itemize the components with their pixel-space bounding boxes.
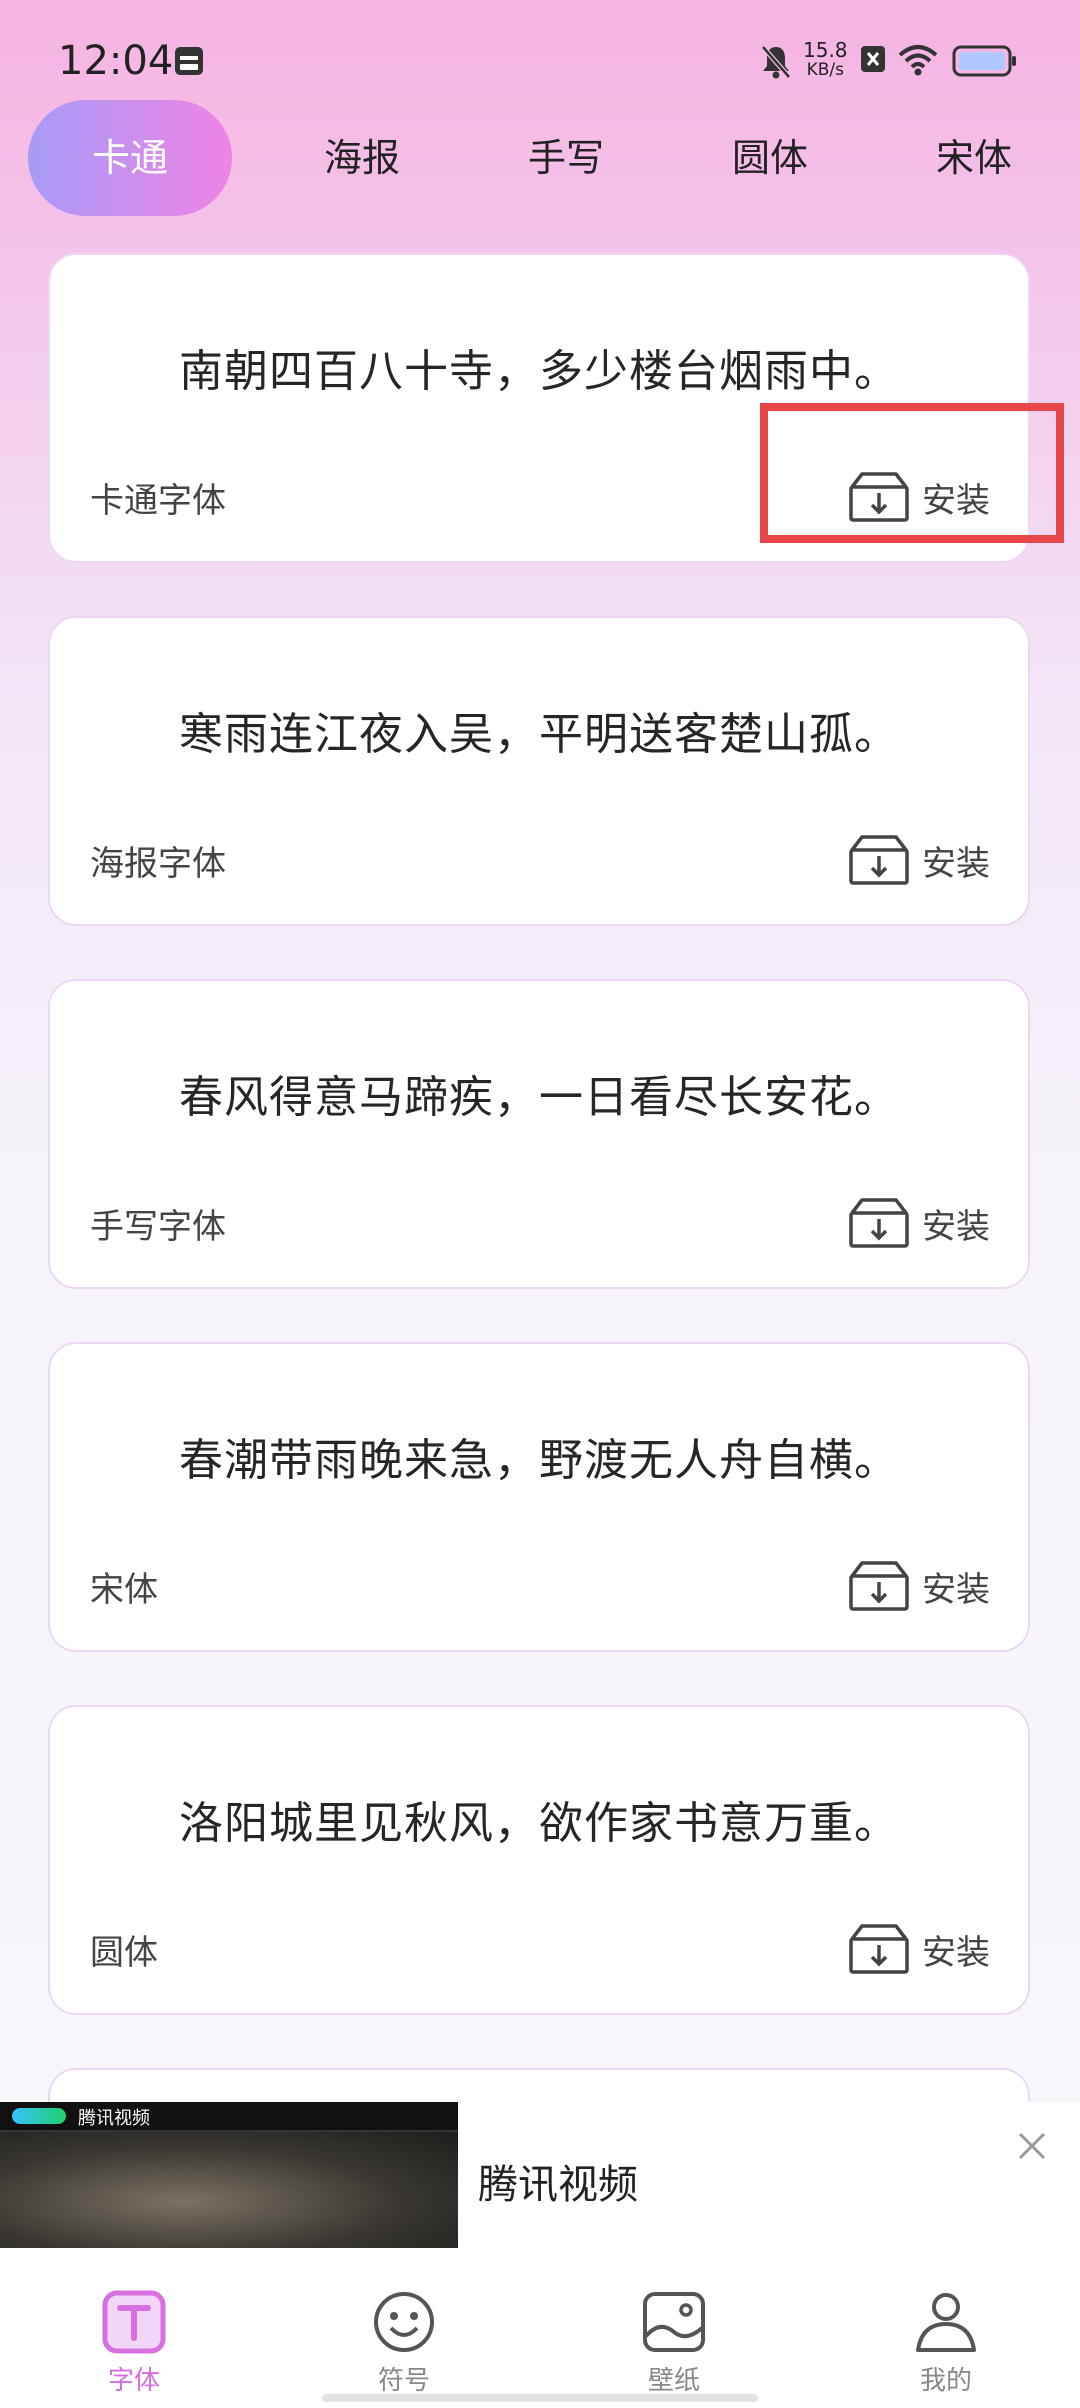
tab-cartoon[interactable]: 卡通 <box>28 100 232 216</box>
calendar-icon <box>175 47 203 75</box>
nav-symbols[interactable]: 符号 <box>304 2248 504 2408</box>
ad-banner[interactable]: 腾讯视频 腾讯视频 <box>0 2102 1080 2248</box>
download-box-icon <box>849 835 909 885</box>
font-preview-text: 春风得意马蹄疾，一日看尽长安花。 <box>179 1072 899 1123</box>
font-card[interactable]: 春风得意马蹄疾，一日看尽长安花。 手写字体 安装 <box>48 979 1030 1289</box>
font-type-label: 卡通字体 <box>90 481 226 521</box>
nav-label: 我的 <box>919 2366 972 2396</box>
install-button[interactable]: 安装 <box>848 830 990 890</box>
nav-font[interactable]: 字体 <box>34 2248 234 2408</box>
mute-bell-icon <box>761 45 791 79</box>
download-box-icon <box>849 1561 909 1611</box>
font-category-tabs: 卡通 海报 手写 圆体 宋体 <box>28 100 1052 216</box>
network-speed-value: 15.8 <box>803 38 848 62</box>
tencent-video-logo-icon <box>12 2108 66 2124</box>
ad-thumbnail[interactable]: 腾讯视频 <box>0 2102 458 2248</box>
font-t-icon <box>102 2290 166 2354</box>
tab-song[interactable]: 宋体 <box>872 100 1076 216</box>
close-box-icon <box>861 46 885 72</box>
person-icon <box>916 2293 976 2352</box>
ad-logo-bar: 腾讯视频 <box>0 2102 458 2130</box>
tab-round[interactable]: 圆体 <box>668 100 872 216</box>
network-speed: 15.8 KB/s <box>803 40 848 80</box>
install-button[interactable]: 安装 <box>848 1556 990 1616</box>
nav-wallpaper[interactable]: 壁纸 <box>574 2248 774 2408</box>
nav-label: 符号 <box>377 2366 430 2396</box>
status-time: 12:04 <box>58 38 174 84</box>
font-card[interactable]: 洛阳城里见秋风，欲作家书意万重。 圆体 安装 <box>48 1705 1030 2015</box>
ad-logo-text: 腾讯视频 <box>78 2108 150 2129</box>
image-icon <box>643 2292 705 2352</box>
bottom-navigation: 字体 符号 壁纸 我的 <box>0 2248 1080 2408</box>
install-label: 安装 <box>922 1569 990 1610</box>
nav-label: 字体 <box>107 2366 160 2396</box>
font-card[interactable]: 春潮带雨晚来急，野渡无人舟自横。 宋体 安装 <box>48 1342 1030 1652</box>
tab-handwriting[interactable]: 手写 <box>464 100 668 216</box>
font-preview-text: 洛阳城里见秋风，欲作家书意万重。 <box>179 1798 899 1849</box>
battery-icon <box>952 45 1016 77</box>
font-type-label: 宋体 <box>90 1570 158 1610</box>
close-icon[interactable] <box>1014 2128 1050 2164</box>
ad-title[interactable]: 腾讯视频 <box>478 2152 638 2210</box>
tab-poster[interactable]: 海报 <box>260 100 464 216</box>
nav-mine[interactable]: 我的 <box>846 2248 1046 2408</box>
font-preview-text: 寒雨连江夜入吴，平明送客楚山孤。 <box>179 709 899 760</box>
home-indicator[interactable] <box>322 2394 758 2402</box>
font-card[interactable]: 寒雨连江夜入吴，平明送客楚山孤。 海报字体 安装 <box>48 616 1030 926</box>
download-box-icon <box>849 1198 909 1248</box>
download-box-icon <box>849 1924 909 1974</box>
wifi-icon <box>898 45 938 76</box>
install-label: 安装 <box>922 843 990 884</box>
font-type-label: 圆体 <box>90 1933 158 1973</box>
font-preview-text: 春潮带雨晚来急，野渡无人舟自横。 <box>179 1435 899 1486</box>
install-label: 安装 <box>922 1932 990 1973</box>
install-button[interactable]: 安装 <box>848 1919 990 1979</box>
ad-video-frame <box>0 2132 458 2248</box>
install-highlight-box <box>760 403 1064 543</box>
font-preview-text: 南朝四百八十寺，多少楼台烟雨中。 <box>179 346 899 397</box>
smiley-icon <box>374 2292 434 2352</box>
install-button[interactable]: 安装 <box>848 1193 990 1253</box>
font-type-label: 手写字体 <box>90 1207 226 1247</box>
install-label: 安装 <box>922 1206 990 1247</box>
font-type-label: 海报字体 <box>90 844 226 884</box>
network-speed-unit: KB/s <box>806 60 844 80</box>
nav-label: 壁纸 <box>647 2366 700 2396</box>
